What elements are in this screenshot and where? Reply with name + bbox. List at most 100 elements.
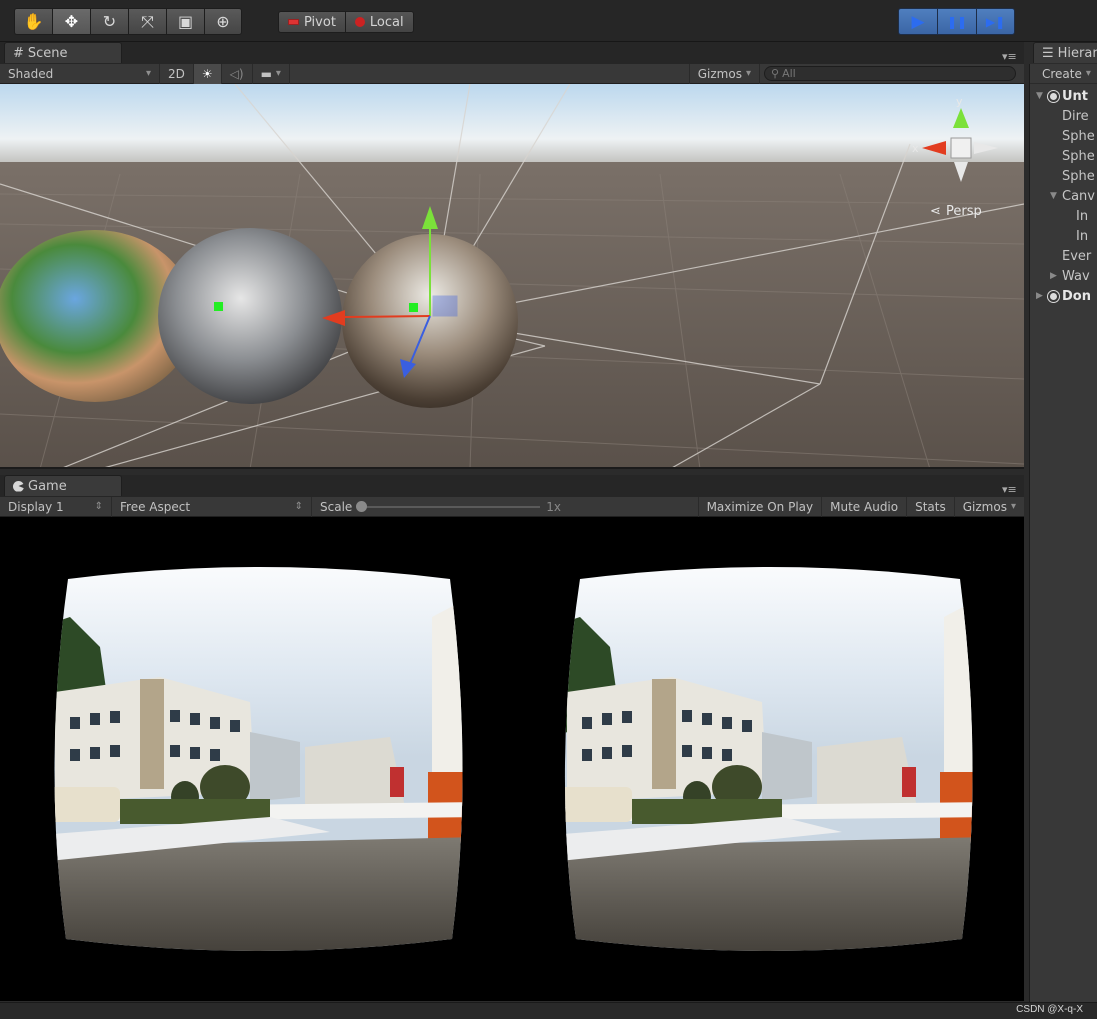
maximize-on-play-toggle[interactable]: Maximize On Play: [697, 496, 823, 517]
status-bar: [0, 1002, 1097, 1019]
move-tool-button[interactable]: ✥: [52, 8, 90, 35]
local-label: Local: [369, 14, 404, 30]
game-tab-label: Game: [28, 478, 67, 494]
mute-audio-toggle[interactable]: Mute Audio: [822, 496, 908, 517]
effects-dropdown[interactable]: ▬ ▾: [253, 63, 290, 84]
scene-toolbar: Shaded ▾ 2D ☀ ◁) ▬ ▾ Gizmos ▾ ⚲ All: [0, 63, 1024, 84]
pivot-label: Pivot: [304, 14, 336, 30]
rotate-tool-button[interactable]: ↻: [90, 8, 128, 35]
tab-scene[interactable]: # Scene: [4, 42, 122, 63]
main-toolbar: ✋ ✥ ↻ ⤧ ▣ ⊕ Pivot Local ▶ ❚❚ ▶❚: [0, 0, 1097, 42]
audio-toggle[interactable]: ◁): [222, 63, 253, 84]
create-label: Create: [1042, 66, 1082, 81]
expand-arrow-icon[interactable]: ▼: [1036, 91, 1048, 101]
tab-game[interactable]: Game: [4, 475, 122, 496]
hierarchy-item[interactable]: Sphe: [1030, 166, 1097, 186]
pivot-toggle-group: Pivot Local: [278, 11, 414, 33]
mode-2d-toggle[interactable]: 2D: [160, 63, 194, 84]
projection-mode-label[interactable]: Persp: [946, 204, 982, 219]
hierarchy-item[interactable]: ▶ Wav: [1030, 266, 1097, 286]
scale-control: Scale 1x: [312, 497, 582, 517]
hierarchy-item-label: In: [1076, 208, 1089, 224]
create-dropdown[interactable]: Create ▾: [1030, 64, 1097, 84]
watermark-text: CSDN @X-q-X: [1016, 1004, 1083, 1015]
unity-scene-icon: [1048, 90, 1059, 102]
hierarchy-list-icon: ☰: [1042, 45, 1054, 61]
scale-tool-button[interactable]: ⤧: [128, 8, 166, 35]
aspect-label: Free Aspect: [120, 499, 191, 514]
hierarchy-item-label: Canv: [1062, 188, 1095, 204]
collapse-arrow-icon[interactable]: ▶: [1036, 291, 1048, 301]
dropdown-arrow-icon: ▾: [1010, 501, 1016, 512]
transform-icon: ⊕: [216, 12, 230, 31]
scale-slider[interactable]: [356, 500, 541, 512]
updown-arrow-icon: ⇕: [94, 501, 103, 512]
hierarchy-item[interactable]: Sphe: [1030, 126, 1097, 146]
hierarchy-item-label: Sphe: [1062, 148, 1095, 164]
transform-tool-button[interactable]: ⊕: [204, 8, 242, 35]
hierarchy-item-label: In: [1076, 228, 1089, 244]
sun-icon: ☀: [201, 66, 213, 81]
hierarchy-item-label: Don: [1062, 288, 1091, 304]
shading-mode-label: Shaded: [8, 66, 54, 81]
lighting-toggle[interactable]: ☀: [193, 63, 222, 84]
search-icon: ⚲: [771, 67, 780, 80]
scene-tab-label: Scene: [27, 45, 68, 61]
shading-mode-dropdown[interactable]: Shaded ▾: [0, 63, 160, 84]
local-button[interactable]: Local: [344, 11, 414, 33]
unity-scene-icon: [1048, 290, 1059, 302]
transform-tools: ✋ ✥ ↻ ⤧ ▣ ⊕: [14, 8, 242, 35]
hierarchy-item[interactable]: ▶ Don: [1030, 286, 1097, 306]
play-button[interactable]: ▶: [898, 8, 937, 35]
scene-panel-menu-icon[interactable]: ▾≡: [1002, 50, 1017, 63]
pivot-button[interactable]: Pivot: [278, 11, 345, 33]
game-viewport[interactable]: [0, 517, 1024, 1001]
hierarchy-item[interactable]: In: [1030, 226, 1097, 246]
game-panel-menu-icon[interactable]: ▾≡: [1002, 483, 1017, 496]
scene-search-placeholder: All: [782, 67, 796, 80]
display-dropdown[interactable]: Display 1 ⇕: [0, 496, 112, 517]
hierarchy-item[interactable]: Sphe: [1030, 146, 1097, 166]
game-gizmos-dropdown[interactable]: Gizmos ▾: [955, 497, 1024, 517]
pivot-icon: [288, 19, 299, 25]
hierarchy-item[interactable]: Ever: [1030, 246, 1097, 266]
scene-gizmos-dropdown[interactable]: Gizmos ▾: [688, 63, 760, 84]
scale-label: Scale: [320, 499, 353, 514]
mode-2d-label: 2D: [168, 66, 185, 81]
step-button[interactable]: ▶❚: [976, 8, 1015, 35]
hierarchy-tab-label: Hierar: [1057, 45, 1097, 61]
rect-tool-button[interactable]: ▣: [166, 8, 204, 35]
hierarchy-item[interactable]: Dire: [1030, 106, 1097, 126]
pause-icon: ❚❚: [946, 14, 968, 29]
collapse-arrow-icon[interactable]: ▶: [1050, 271, 1062, 281]
projection-mode-icon[interactable]: ⋖: [930, 204, 941, 219]
play-controls: ▶ ❚❚ ▶❚: [898, 8, 1015, 35]
pause-button[interactable]: ❚❚: [937, 8, 976, 35]
scale-slider-thumb[interactable]: [356, 500, 368, 512]
hierarchy-item[interactable]: In: [1030, 206, 1097, 226]
hierarchy-tree: ▼ Unt Dire Sphe Sphe Sphe ▼ Canv In In Ever ▶ Wav ▶ Do…: [1030, 84, 1097, 306]
right-eye-view: [564, 567, 973, 951]
scene-viewport[interactable]: y x ⋖ Persp: [0, 84, 1024, 469]
tab-hierarchy[interactable]: ☰ Hierar: [1033, 42, 1097, 63]
hierarchy-item-label: Ever: [1062, 248, 1092, 264]
hierarchy-item-label: Wav: [1062, 268, 1090, 284]
play-icon: ▶: [911, 11, 925, 32]
mute-audio-label: Mute Audio: [830, 499, 899, 514]
game-tab-strip: [0, 475, 1024, 497]
aspect-dropdown[interactable]: Free Aspect ⇕: [112, 496, 312, 517]
sphere-bw-street: [158, 228, 342, 404]
grid-icon: #: [13, 45, 24, 61]
hand-tool-button[interactable]: ✋: [14, 8, 52, 35]
hierarchy-item[interactable]: ▼ Canv: [1030, 186, 1097, 206]
scene-search-field[interactable]: ⚲ All: [764, 66, 1016, 81]
step-icon: ▶❚: [985, 14, 1006, 29]
expand-arrow-icon[interactable]: ▼: [1050, 191, 1062, 201]
local-icon: [354, 17, 365, 27]
stats-toggle[interactable]: Stats: [907, 496, 955, 517]
hierarchy-item-label: Dire: [1062, 108, 1089, 124]
pacman-game-icon: [13, 480, 24, 492]
hierarchy-item[interactable]: ▼ Unt: [1030, 86, 1097, 106]
scene-gizmos-label: Gizmos: [697, 66, 742, 81]
display-label: Display 1: [8, 499, 64, 514]
